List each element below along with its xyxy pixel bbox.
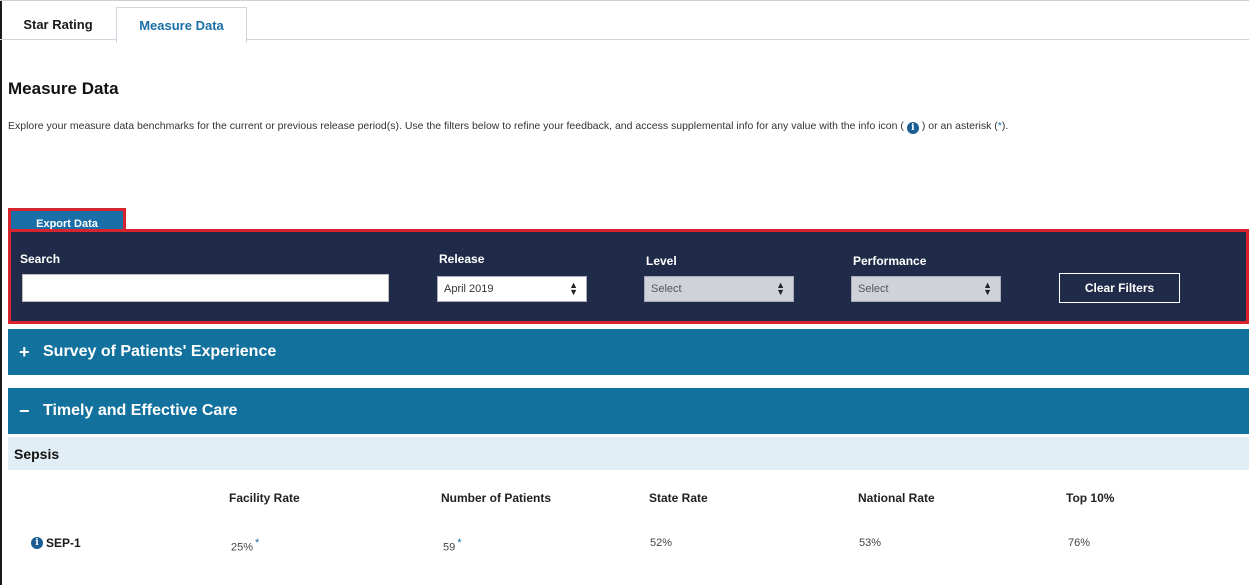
release-select-value: April 2019 bbox=[444, 283, 494, 295]
description-text-2: ) or an asterisk ( bbox=[921, 120, 998, 132]
page-title: Measure Data bbox=[8, 79, 119, 98]
performance-label: Performance bbox=[853, 254, 927, 268]
tab-bar: Star Rating Measure Data bbox=[0, 0, 1249, 43]
cell-facility-rate: 25% * bbox=[231, 537, 259, 554]
level-label: Level bbox=[646, 254, 677, 268]
facility-rate-value: 25% bbox=[231, 541, 254, 554]
section-title: Survey of Patients' Experience bbox=[43, 343, 277, 360]
level-select[interactable]: Select ▲ ▼ bbox=[644, 276, 794, 302]
column-header-top-10: Top 10% bbox=[1066, 491, 1115, 505]
cell-state-rate: 52% bbox=[650, 537, 673, 549]
info-icon: i bbox=[906, 122, 919, 134]
performance-select[interactable]: Select ▲ ▼ bbox=[851, 276, 1001, 302]
clear-filters-button[interactable]: Clear Filters bbox=[1059, 273, 1180, 303]
left-border bbox=[0, 0, 2, 585]
tab-measure-data[interactable]: Measure Data bbox=[116, 7, 247, 43]
table-row-label: i SEP-1 bbox=[31, 536, 81, 550]
collapse-icon: − bbox=[19, 400, 30, 421]
patients-asterisk[interactable]: * bbox=[457, 537, 461, 549]
release-label: Release bbox=[439, 252, 485, 266]
tab-star-rating[interactable]: Star Rating bbox=[0, 7, 116, 42]
facility-rate-asterisk[interactable]: * bbox=[255, 537, 259, 549]
info-icon[interactable]: i bbox=[31, 537, 43, 549]
description-text-1: Explore your measure data benchmarks for… bbox=[8, 120, 904, 132]
column-header-facility-rate: Facility Rate bbox=[229, 491, 300, 505]
release-select[interactable]: April 2019 ▲ ▼ bbox=[437, 276, 587, 302]
sort-arrows-icon: ▲ ▼ bbox=[983, 280, 992, 297]
sort-arrows-icon: ▲ ▼ bbox=[776, 280, 785, 297]
cell-top-10: 76% bbox=[1068, 537, 1091, 549]
measure-id: SEP-1 bbox=[46, 536, 81, 550]
section-title: Timely and Effective Care bbox=[43, 402, 238, 419]
subsection-header-sepsis: Sepsis bbox=[8, 437, 1249, 470]
expand-icon: + bbox=[19, 341, 30, 362]
column-header-number-of-patients: Number of Patients bbox=[441, 491, 552, 505]
section-timely-and-effective-care[interactable]: − Timely and Effective Care bbox=[8, 388, 1249, 434]
column-header-national-rate: National Rate bbox=[858, 491, 935, 505]
cell-national-rate: 53% bbox=[859, 537, 882, 549]
search-input[interactable] bbox=[22, 274, 389, 302]
column-header-state-rate: State Rate bbox=[649, 491, 708, 505]
page-description: Explore your measure data benchmarks for… bbox=[8, 117, 1243, 135]
description-text-3: ). bbox=[1001, 120, 1009, 132]
cell-number-of-patients: 59 * bbox=[443, 537, 462, 554]
section-survey-of-patients-experience[interactable]: + Survey of Patients' Experience bbox=[8, 329, 1249, 375]
search-label: Search bbox=[20, 252, 61, 266]
performance-select-value: Select bbox=[858, 283, 889, 295]
patients-value: 59 bbox=[443, 541, 456, 554]
sort-arrows-icon: ▲ ▼ bbox=[569, 280, 578, 297]
level-select-value: Select bbox=[651, 283, 682, 295]
filter-panel: Search Release April 2019 ▲ ▼ Level Selec… bbox=[8, 229, 1249, 324]
